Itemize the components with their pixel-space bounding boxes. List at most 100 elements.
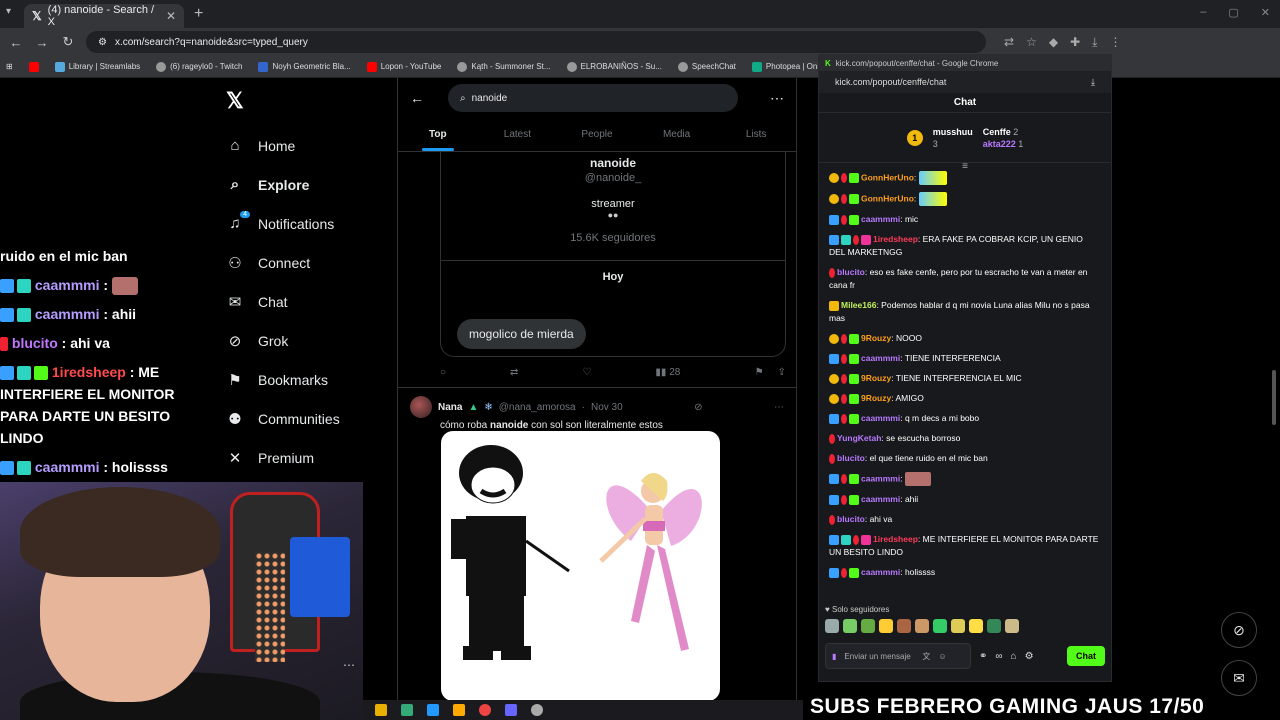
bookmark-item[interactable]: SpeechChat <box>677 61 736 72</box>
store-icon[interactable]: ⌂ <box>1011 651 1017 662</box>
translate-icon[interactable]: ⇄ <box>1004 35 1014 50</box>
nav-explore[interactable]: ⌕ Explore <box>222 165 397 204</box>
close-tab-icon[interactable]: ✕ <box>166 9 176 23</box>
tab-media[interactable]: Media <box>637 118 717 151</box>
emote-button[interactable] <box>1005 619 1019 633</box>
grok-floating-icon[interactable]: ⊘ <box>1221 612 1257 648</box>
kick-url-bar[interactable]: kick.com/popout/cenffe/chat ⤓ <box>819 71 1111 93</box>
puzzle-icon[interactable]: ✚ <box>1070 35 1080 50</box>
quoted-profile-card[interactable]: nanoide @nanoide_ streamer ●● 15.6K segu… <box>440 152 786 357</box>
repost-icon[interactable]: ⇄ <box>510 367 518 378</box>
send-chat-button[interactable]: Chat <box>1067 646 1105 666</box>
site-info-icon[interactable]: ⚙ <box>98 37 107 48</box>
reload-icon[interactable]: ↻ <box>60 34 76 50</box>
kick-favicon-icon: K <box>825 58 831 68</box>
close-window-icon[interactable]: ✕ <box>1261 6 1270 19</box>
nav-bookmarks[interactable]: ⚑ Bookmarks <box>222 360 397 399</box>
app-icon[interactable] <box>427 704 439 716</box>
tweet-actions: ○ ⇄ ♡ ▮▮ 28 ⚑ ⇪ <box>398 357 796 387</box>
reply-icon[interactable]: ○ <box>440 367 446 378</box>
nav-premium[interactable]: ✕ Premium <box>222 438 397 477</box>
chrome-icon[interactable] <box>479 704 491 716</box>
messages-floating-icon[interactable]: ✉ <box>1221 660 1257 696</box>
search-input[interactable]: ⌕ nanoide <box>448 84 738 112</box>
download-icon[interactable]: ⤓ <box>1091 77 1095 88</box>
maximize-icon[interactable]: ▢ <box>1228 6 1238 19</box>
minimize-icon[interactable]: – <box>1200 6 1206 19</box>
bookmark-item[interactable]: Lopon - YouTube <box>366 61 441 72</box>
emote-button[interactable] <box>933 619 947 633</box>
back-arrow-icon[interactable]: ← <box>410 90 424 106</box>
tab-people[interactable]: People <box>557 118 637 151</box>
bookmark-item[interactable]: Library | Streamlabs <box>54 61 140 72</box>
tab-top[interactable]: Top <box>398 118 478 151</box>
nav-notifications[interactable]: ♫ 4 Notifications <box>222 204 397 243</box>
bookmark-item[interactable]: Kąth - Summoner St... <box>457 61 551 72</box>
emote-button[interactable] <box>951 619 965 633</box>
bookmark-item[interactable]: (6) rageylo0 - Twitch <box>156 61 242 72</box>
star-icon[interactable]: ☆ <box>1026 35 1037 50</box>
emote-button[interactable] <box>897 619 911 633</box>
app-icon[interactable] <box>401 704 413 716</box>
share-icon[interactable]: ⇪ <box>778 367 786 378</box>
emote-button[interactable] <box>969 619 983 633</box>
tab-search-icon[interactable]: ▾ <box>6 6 11 17</box>
bookmark-youtube-icon[interactable] <box>28 61 39 72</box>
emote-button[interactable] <box>915 619 929 633</box>
bookmark-icon[interactable]: ⚑ <box>755 367 764 378</box>
like-icon[interactable]: ♡ <box>582 367 591 378</box>
settings-icon[interactable]: ⚙ <box>1025 651 1034 662</box>
url-field[interactable]: ⚙ x.com/search?q=nanoide&src=typed_query <box>86 31 986 53</box>
browser-tab[interactable]: 𝕏 (4) nanoide - Search / X ✕ <box>24 4 184 28</box>
apps-icon[interactable]: ⊞ <box>6 62 13 71</box>
more-icon[interactable]: ⋯ <box>343 658 355 672</box>
forward-icon[interactable]: → <box>34 35 50 50</box>
nav-home[interactable]: ⌂ Home <box>222 126 397 165</box>
tab-latest[interactable]: Latest <box>478 118 558 151</box>
nav-connect[interactable]: ⚇ Connect <box>222 243 397 282</box>
infinity-icon[interactable]: ∞ <box>995 651 1002 662</box>
translate-icon[interactable]: 文 <box>922 652 930 661</box>
nav-communities[interactable]: ⚉ Communities <box>222 399 397 438</box>
download-icon[interactable]: ⤓ <box>1092 35 1097 50</box>
x-logo-icon[interactable]: 𝕏 <box>226 88 397 114</box>
views-count[interactable]: ▮▮ 28 <box>655 367 680 378</box>
obs-icon[interactable] <box>531 704 543 716</box>
users-icon[interactable]: ⚭ <box>979 651 987 662</box>
tweet-image[interactable] <box>441 431 720 701</box>
grok-icon: ⊘ <box>228 332 242 350</box>
tab-lists[interactable]: Lists <box>716 118 796 151</box>
page-scrollbar[interactable] <box>1272 370 1276 425</box>
tweet-date[interactable]: Nov 30 <box>591 402 623 413</box>
nav-chat[interactable]: ✉ Chat <box>222 282 397 321</box>
discord-icon[interactable] <box>505 704 517 716</box>
file-explorer-icon[interactable] <box>375 704 387 716</box>
back-icon[interactable]: ← <box>8 35 24 50</box>
more-options-icon[interactable]: ⋯ <box>770 90 784 107</box>
kick-chat-window: K kick.com/popout/cenffe/chat - Google C… <box>818 54 1112 682</box>
mic-icon[interactable]: ▮ <box>832 652 836 661</box>
emote-button[interactable] <box>879 619 893 633</box>
emote-button[interactable] <box>987 619 1001 633</box>
bookmark-item[interactable]: Noyh Geometric Bla... <box>258 61 351 72</box>
overlay-chat-line: ruido en el mic ban <box>0 248 128 264</box>
emoji-icon[interactable]: ☺ <box>938 652 946 661</box>
emote-button[interactable] <box>861 619 875 633</box>
avatar[interactable] <box>410 396 432 418</box>
app-icon[interactable] <box>453 704 465 716</box>
new-tab-icon[interactable]: + <box>194 5 203 23</box>
menu-icon[interactable]: ⋮ <box>1109 35 1121 50</box>
emote-button[interactable] <box>843 619 857 633</box>
bell-icon: ♫ 4 <box>226 211 250 232</box>
tweet-author-handle[interactable]: @nana_amorosa <box>499 402 576 413</box>
tweet-author-name[interactable]: Nana <box>438 402 462 413</box>
grok-icon[interactable]: ⊘ <box>694 402 702 413</box>
extension-icon[interactable]: ◆ <box>1049 35 1058 50</box>
emote-button[interactable] <box>825 619 839 633</box>
chat-message-input[interactable]: ▮ Enviar un mensaje 文 ☺ <box>825 643 971 669</box>
bookmark-item[interactable]: ELROBANIÑOS - Su... <box>566 61 662 72</box>
nav-grok[interactable]: ⊘ Grok <box>222 321 397 360</box>
chat-message: caammmi: <box>829 472 1101 486</box>
more-options-icon[interactable]: ⋯ <box>774 402 784 413</box>
pin-icon[interactable]: ≡ <box>819 162 1111 172</box>
